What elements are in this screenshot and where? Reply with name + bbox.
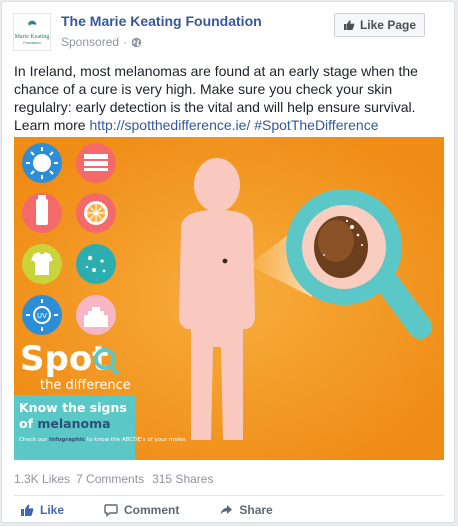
post-meta: Sponsored · (61, 35, 142, 49)
like-page-label: Like Page (359, 18, 416, 32)
sandcastle-icon (76, 295, 116, 335)
sponsored-post: Marie Keating Foundation The Marie Keati… (1, 1, 455, 523)
post-actions: Like Comment Share (14, 496, 444, 524)
post-header: Marie Keating Foundation The Marie Keati… (2, 2, 454, 58)
spot-subline: the difference (40, 378, 131, 393)
moles-icon (76, 244, 116, 284)
post-link[interactable]: http://spotthedifference.ie/ (89, 117, 250, 133)
towel-icon (76, 143, 116, 183)
thumbs-up-icon (21, 504, 34, 516)
like-page-button[interactable]: Like Page (333, 13, 425, 37)
logo-line2: Foundation (23, 41, 41, 45)
sun-icon (22, 143, 62, 183)
page-logo[interactable]: Marie Keating Foundation (13, 13, 51, 51)
comments-count[interactable]: 7 Comments (76, 472, 144, 486)
ad-illustration: UV Spot the difference Know the signs of… (14, 137, 444, 460)
post-text: In Ireland, most melanomas are found at … (14, 62, 444, 134)
mole-spot (222, 258, 228, 264)
globe-icon (131, 37, 142, 47)
engagement-stats: 1.3K Likes 7 Comments 315 Shares (14, 472, 213, 486)
uv-sun-icon: UV (22, 295, 62, 335)
share-button[interactable]: Share (219, 503, 273, 517)
share-label: Share (239, 503, 273, 517)
like-label: Like (40, 503, 65, 517)
svg-text:UV: UV (37, 312, 47, 320)
comment-icon (104, 504, 118, 517)
comment-button[interactable]: Comment (104, 503, 179, 517)
page-name-link[interactable]: The Marie Keating Foundation (61, 13, 262, 29)
signs-title-line1: Know the signs (19, 400, 127, 415)
thumbs-up-icon (343, 20, 355, 30)
shares-count[interactable]: 315 Shares (152, 472, 213, 486)
tshirt-icon (22, 244, 62, 284)
like-button[interactable]: Like (20, 503, 64, 517)
share-icon (220, 505, 233, 515)
meta-separator: · (123, 35, 128, 49)
signs-title-line2: of melanoma (19, 416, 111, 431)
marie-keating-logo-icon: Marie Keating Foundation (15, 20, 50, 45)
signs-body-line: Check our Infographic to know the ABCDE'… (19, 437, 186, 443)
comment-label: Comment (124, 503, 180, 517)
orange-slice-icon (76, 193, 116, 233)
likes-count[interactable]: 1.3K Likes (14, 472, 70, 486)
logo-line1: Marie Keating (15, 34, 50, 40)
sponsored-label[interactable]: Sponsored (61, 35, 119, 49)
ad-image[interactable]: UV Spot the difference Know the signs of… (14, 137, 444, 460)
post-hashtag[interactable]: #SpotTheDifference (254, 117, 378, 133)
sunscreen-icon (22, 193, 62, 233)
